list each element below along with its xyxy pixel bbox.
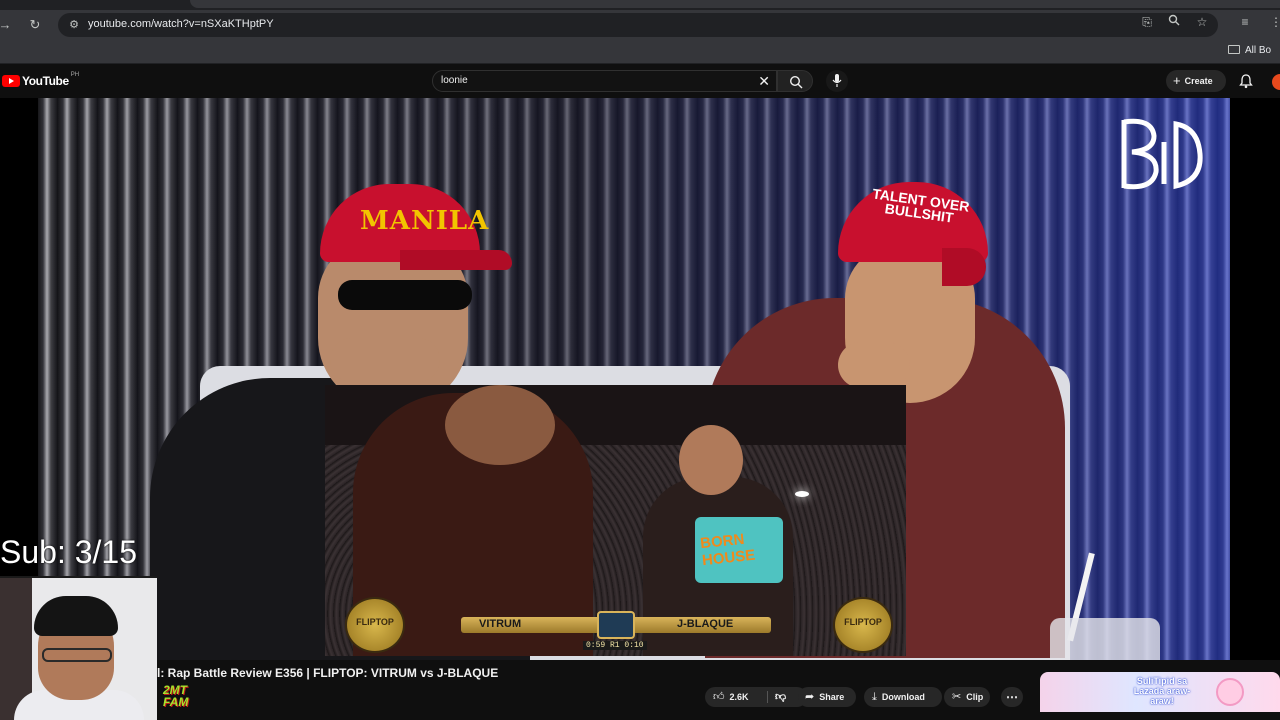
shirt-text: BORN HOUSE xyxy=(699,530,757,570)
battler-left-head xyxy=(445,385,555,465)
stage-light xyxy=(795,491,809,497)
bid-watermark-logo xyxy=(1121,118,1203,190)
emblem-left-text: FLIPTOP xyxy=(356,617,394,627)
round-timer: 0:59 R1 0:10 xyxy=(583,641,647,650)
site-settings-icon[interactable]: ⚙ xyxy=(66,17,82,33)
country-code: PH xyxy=(70,72,80,78)
battler-left-name: VITRUM xyxy=(479,618,522,630)
host-right-cap-brim xyxy=(942,248,986,286)
youtube-logo[interactable]: YouTube PH xyxy=(2,72,80,88)
microphone-icon xyxy=(832,74,842,87)
scissors-icon: ✂ xyxy=(952,691,962,703)
download-label: Download xyxy=(881,692,925,702)
ad-text: SuliTipid sa Lazada araw-araw! xyxy=(1133,676,1191,706)
more-actions-button[interactable]: ⋯ xyxy=(1001,687,1023,707)
host-left-sunglasses xyxy=(338,280,472,310)
share-button[interactable]: ➦ Share xyxy=(798,687,856,707)
like-count[interactable]: 2.6K xyxy=(730,692,749,702)
menu-icon[interactable]: ⋮ xyxy=(1268,14,1280,30)
fliptop-emblem-left: FLIPTOP xyxy=(345,597,405,653)
install-app-icon[interactable]: ⎘ xyxy=(1139,14,1155,30)
active-tab[interactable] xyxy=(190,0,1280,8)
battle-clip-inset: BORN HOUSE FLIPTOP FLIPTOP VITRUM J-BLAQ… xyxy=(325,385,906,656)
bookmarks-bar: All Bo xyxy=(0,40,1280,64)
channel-avatar-text: 2MT FAM xyxy=(163,683,189,709)
drink-cup xyxy=(1050,618,1160,660)
battler-right-name: J-BLAQUE xyxy=(677,618,734,630)
youtube-play-icon xyxy=(2,75,20,87)
zoom-icon[interactable] xyxy=(1166,14,1182,30)
clear-search-icon[interactable]: ✕ xyxy=(758,73,770,89)
sub-count-overlay: Sub: 3/15 xyxy=(0,534,137,570)
bookmark-star-icon[interactable]: ☆ xyxy=(1194,14,1210,30)
fliptop-emblem-right: FLIPTOP xyxy=(833,597,893,653)
download-button[interactable]: ⤓ Download xyxy=(864,687,942,707)
video-info: l: Rap Battle Review E356 | FLIPTOP: VIT… xyxy=(157,660,1280,720)
create-button[interactable]: + Create xyxy=(1166,70,1226,92)
channel-avatar[interactable]: 2MT FAM xyxy=(161,682,209,712)
battle-nameplate: VITRUM J-BLAQUE xyxy=(461,611,771,639)
plus-icon: + xyxy=(1173,73,1181,88)
video-player[interactable]: MANILA TALENT OVER BULLSHIT BORN HOUSE F… xyxy=(0,98,1280,660)
youtube-header: YouTube PH loonie ✕ + Create xyxy=(0,64,1280,98)
share-label: Share xyxy=(819,692,845,702)
share-icon: ➦ xyxy=(805,691,815,703)
league-badge xyxy=(597,611,635,639)
bookmarks-folder[interactable]: All Bo xyxy=(1228,45,1271,56)
folder-icon xyxy=(1228,45,1240,54)
youtube-wordmark: YouTube xyxy=(22,74,69,88)
video-title: l: Rap Battle Review E356 | FLIPTOP: VIT… xyxy=(157,666,499,680)
like-divider xyxy=(767,691,768,703)
emblem-right-text: FLIPTOP xyxy=(844,617,882,627)
forward-icon[interactable]: → xyxy=(0,16,14,34)
browser-tabstrip xyxy=(0,0,1280,10)
battler-right-head xyxy=(679,425,743,495)
create-label: Create xyxy=(1184,76,1213,86)
streamer-webcam xyxy=(0,576,157,720)
host-left-cap-text: MANILA xyxy=(360,206,490,236)
host-left-cap-brim xyxy=(400,250,512,270)
search-icon xyxy=(789,75,803,89)
streamer-glasses xyxy=(42,648,112,662)
search-query[interactable]: loonie xyxy=(441,75,468,86)
thumbs-down-icon[interactable]: 👎︎ xyxy=(775,687,786,707)
streamer-hair xyxy=(34,596,118,636)
browser-toolbar: → ↻ ⚙ youtube.com/watch?v=nSXaKTHptPY ⎘ … xyxy=(0,10,1280,40)
like-dislike-group: 👍︎ 2.6K 👎︎ xyxy=(705,687,807,707)
notifications-bell-icon[interactable] xyxy=(1238,73,1254,89)
reload-icon[interactable]: ↻ xyxy=(26,16,44,34)
address-bar[interactable]: ⚙ youtube.com/watch?v=nSXaKTHptPY xyxy=(58,13,1218,37)
ad-mascot xyxy=(1216,678,1244,706)
clip-label: Clip xyxy=(966,692,984,702)
search-input[interactable]: loonie ✕ xyxy=(432,70,777,92)
thumbs-up-icon[interactable]: 👍︎ xyxy=(713,687,725,707)
host-left-hand xyxy=(330,338,440,382)
download-icon: ⤓ xyxy=(872,691,877,703)
tab-search-icon[interactable]: ≡ xyxy=(1237,14,1253,30)
url-text[interactable]: youtube.com/watch?v=nSXaKTHptPY xyxy=(88,18,274,30)
voice-search-button[interactable] xyxy=(826,70,848,92)
clip-button[interactable]: ✂ Clip xyxy=(944,687,990,707)
host-right-hand xyxy=(838,342,910,388)
sidebar-ad-banner[interactable]: SuliTipid sa Lazada araw-araw! xyxy=(1040,672,1280,712)
account-avatar[interactable] xyxy=(1272,74,1280,90)
search-button[interactable] xyxy=(777,70,813,92)
battler-right-shirt: BORN HOUSE xyxy=(695,517,783,583)
bookmarks-folder-label: All Bo xyxy=(1245,45,1272,56)
